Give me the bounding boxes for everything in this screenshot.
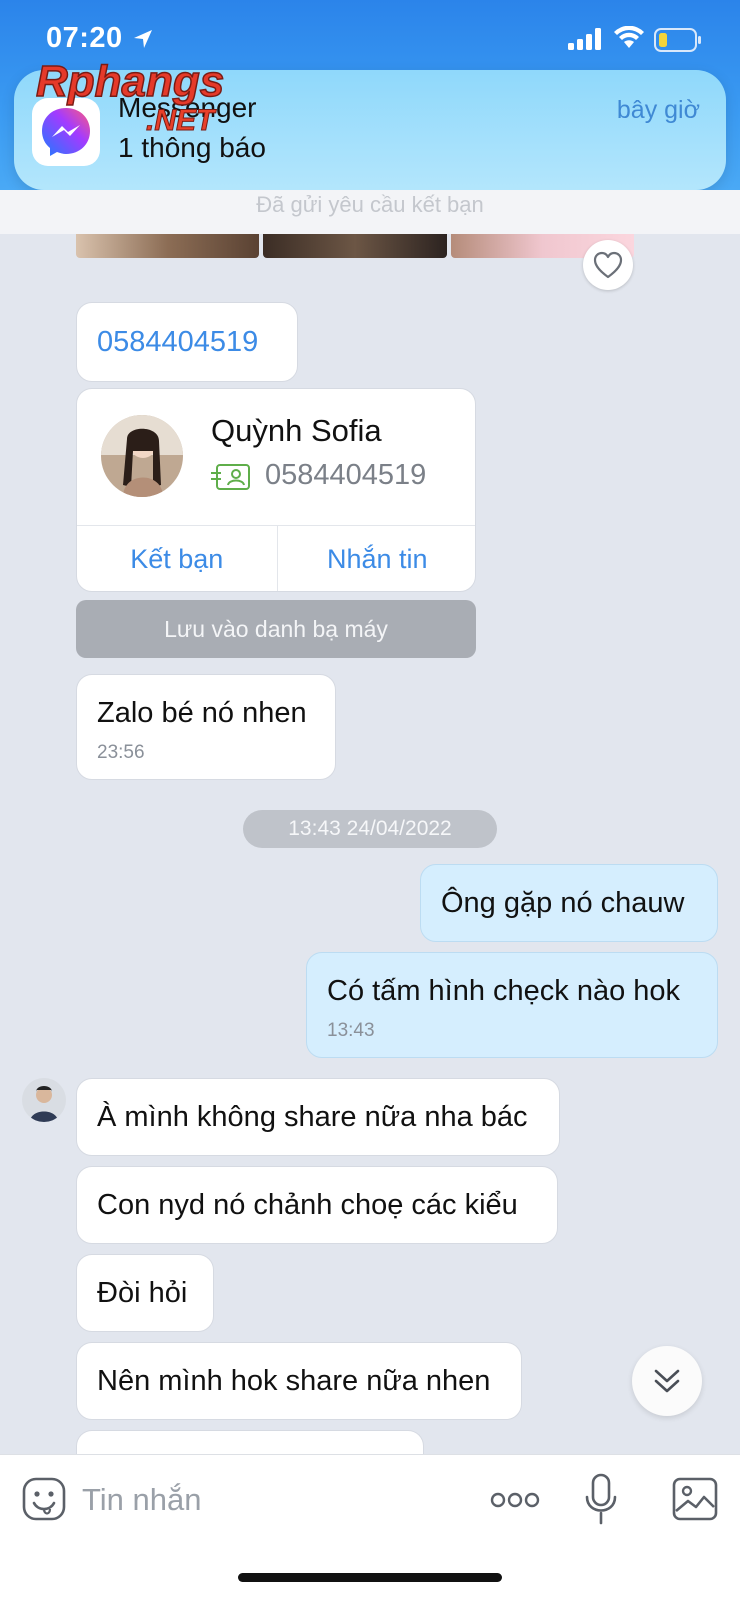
watermark-top-text: Rphangs [36,57,224,106]
double-chevron-down-icon [654,1369,680,1393]
home-indicator [238,1573,502,1582]
send-message-button[interactable]: Nhắn tin [276,526,476,591]
status-time: 07:20 [46,22,123,54]
battery-icon [654,28,701,52]
sticker-icon[interactable] [22,1477,66,1521]
save-to-contacts-button[interactable]: Lưu vào danh bạ máy [76,600,476,658]
notification-time: bây giờ [616,96,700,124]
more-options-icon[interactable] [490,1489,540,1511]
watermark-bottom-text: .NET [146,104,217,136]
scroll-to-bottom-button[interactable] [632,1346,702,1416]
photo-strip [76,234,634,258]
image-gallery-icon[interactable] [672,1477,718,1521]
photo-thumbnail[interactable] [76,234,260,258]
contact-card[interactable]: Quỳnh Sofia 0584404519 Kết bạn Nhắn tin [76,388,476,592]
message-text: À mình không share nữa nha bác [97,1100,528,1133]
message-bubble[interactable]: Zalo bé nó nhen 23:56 [76,674,336,780]
message-text: Ông gặp nó chauw [441,886,685,919]
message-text: Con nyd nó chảnh choẹ các kiểu [97,1188,518,1221]
add-friend-button[interactable]: Kết bạn [77,526,277,591]
sender-avatar[interactable] [22,1078,66,1122]
chat-subheader: Đã gửi yêu cầu kết bạn [0,190,740,234]
contact-avatar[interactable] [101,415,183,497]
date-separator: 13:43 24/04/2022 [243,810,497,848]
message-text: Đòi hỏi [97,1276,188,1309]
message-bubble[interactable]: Nên mình hok share nữa nhen [76,1342,522,1420]
outgoing-message-bubble[interactable]: Ông gặp nó chauw [420,864,718,942]
wifi-icon [614,26,644,48]
outgoing-message-bubble[interactable]: Có tấm hình chẹck nào hok 13:43 [306,952,718,1058]
message-input[interactable] [82,1475,442,1525]
contact-name: Quỳnh Sofia [211,413,382,448]
phone-link[interactable]: 0584404519 [97,326,277,359]
message-time: 23:56 [97,742,145,763]
location-arrow-icon [134,30,152,48]
cellular-signal-icon [568,28,601,50]
message-bubble-phone[interactable]: 0584404519 [76,302,298,382]
contact-phone: 0584404519 [265,459,427,491]
message-text: Có tấm hình chẹck nào hok [327,975,681,1007]
contact-card-actions: Kết bạn Nhắn tin [77,525,476,591]
notification-body: 1 thông báo [118,132,266,163]
contact-id-card-icon [211,464,250,490]
heart-icon [593,251,623,279]
message-text: Nên mình hok share nữa nhen [97,1364,491,1397]
message-bubble[interactable]: Đòi hỏi [76,1254,214,1332]
photo-thumbnail[interactable] [263,234,447,258]
microphone-icon[interactable] [584,1473,618,1525]
message-bubble[interactable]: Con nyd nó chảnh choẹ các kiểu [76,1166,558,1244]
like-button[interactable] [583,240,633,290]
watermark-logo: Rphangs .NET [36,56,225,136]
message-input-bar [0,1454,740,1600]
friend-request-note: Đã gửi yêu cầu kết bạn [256,192,484,217]
message-time: 13:43 [327,1020,375,1041]
message-bubble[interactable]: À mình không share nữa nha bác [76,1078,560,1156]
message-text: Zalo bé nó nhen [97,697,307,729]
